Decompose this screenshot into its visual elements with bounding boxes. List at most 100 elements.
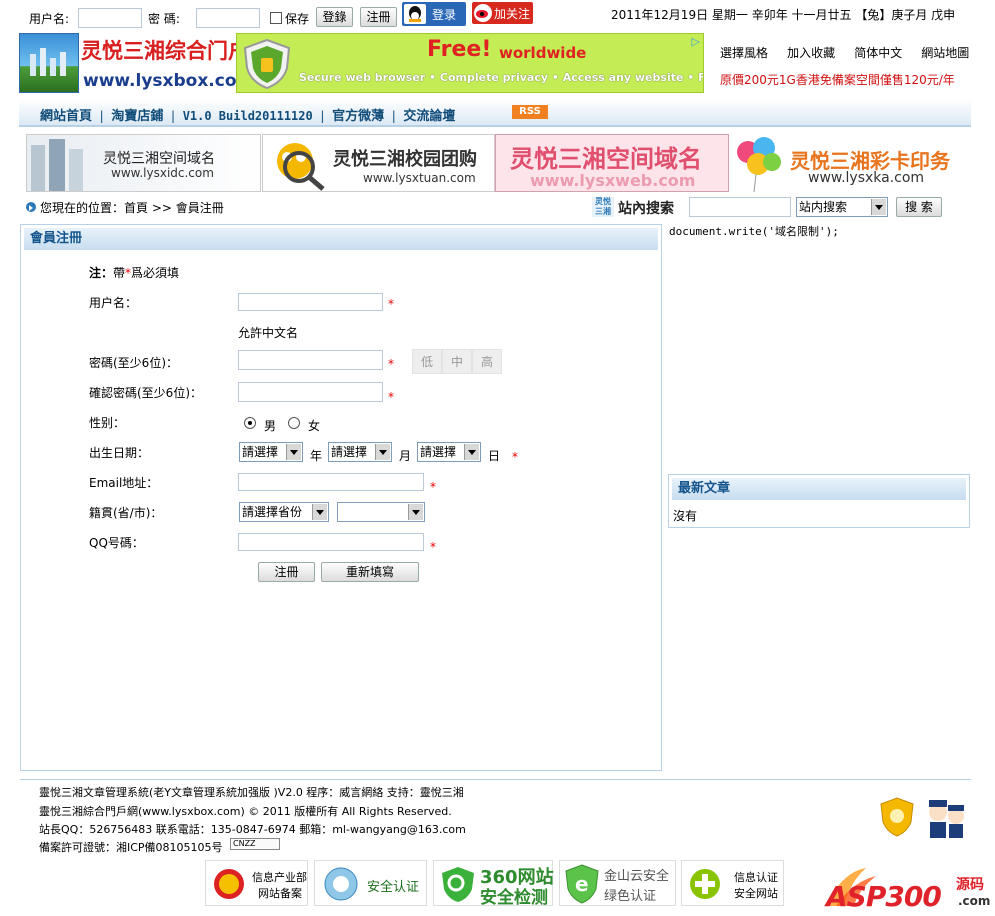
banner-idc-url: www.lysxidc.com: [111, 166, 214, 180]
top-username-input[interactable]: [78, 8, 142, 28]
chevron-down-icon: [286, 444, 301, 460]
asp300-text: ASP300: [826, 880, 942, 913]
password-required-star: *: [388, 357, 394, 371]
footer-line-1: 靈悅三湘文章管理系統(老Y文章管理系統加强版 )V2.0 程序：威言網絡 支持：…: [39, 786, 464, 799]
banner-ka-url: www.lysxka.com: [808, 170, 925, 186]
banner-ka[interactable]: 灵悦三湘彩卡印务 www.lysxka.com: [730, 134, 970, 192]
header-links: 選擇風格 加入收藏 简体中文 網站地圖: [720, 44, 969, 61]
username-input[interactable]: [238, 293, 383, 311]
qq-input[interactable]: [238, 533, 424, 551]
search-label: 站內搜索: [618, 201, 674, 217]
top-register-button[interactable]: 注冊: [360, 7, 397, 27]
search-button[interactable]: 搜 索: [896, 197, 942, 217]
month-unit: 月: [399, 449, 412, 463]
footer-divider: [20, 779, 971, 780]
weibo-icon: [474, 4, 492, 22]
confirm-password-input[interactable]: [238, 382, 383, 402]
asp300-logo[interactable]: ASP300 源码 .com: [822, 866, 992, 913]
strength-high: 高: [472, 349, 502, 374]
banner-idc[interactable]: 灵悦三湘空间域名 www.lysxidc.com: [26, 134, 261, 192]
required-note: 注：帶*爲必須填: [89, 266, 180, 280]
qq-label: QQ号碼：: [89, 536, 144, 550]
nav-taobao[interactable]: 淘寶店鋪: [111, 109, 163, 124]
email-input[interactable]: [238, 473, 424, 491]
rss-badge[interactable]: RSS: [512, 105, 548, 119]
birth-month-select[interactable]: 請選擇: [328, 442, 392, 462]
province-select[interactable]: 請選擇省份: [239, 502, 329, 522]
badge-info-cert[interactable]: 信息认证 安全网站: [681, 860, 784, 906]
cyber-police-icon[interactable]: [922, 794, 970, 842]
site-logo[interactable]: 灵悦三湘综合门户网 www.lysxbox.com: [19, 33, 270, 93]
date-text: 2011年12月19日 星期一 辛卯年 十一月廿五 【兔】庚子月 戊申: [611, 8, 956, 22]
save-label: 保存: [285, 12, 310, 26]
header-link-favorite[interactable]: 加入收藏: [787, 46, 835, 60]
nav-weibo[interactable]: 官方微薄: [332, 109, 384, 124]
qq-icon: [404, 4, 426, 24]
qq-login-button[interactable]: 登录: [402, 2, 466, 26]
birth-year-value: 請選擇: [242, 445, 279, 459]
province-value: 請選擇省份: [242, 505, 303, 519]
location-arrow-icon: [26, 202, 36, 212]
save-checkbox[interactable]: [270, 12, 282, 24]
header-link-sitemap[interactable]: 網站地圖: [921, 46, 969, 60]
nav-forum[interactable]: 交流論壇: [403, 109, 455, 124]
svg-text:e: e: [575, 872, 589, 896]
nav-home[interactable]: 網站首頁: [40, 109, 92, 124]
nav-menu: 網站首頁 | 淘寶店鋪 | V1.0 Build20111120 | 官方微薄 …: [40, 109, 456, 124]
ad-banner[interactable]: Free! worldwide Secure web browser • Com…: [236, 33, 704, 93]
top-login-button[interactable]: 登錄: [316, 7, 353, 27]
register-submit-button[interactable]: 注冊: [258, 562, 315, 582]
badge-icp-l2: 网站备案: [258, 887, 302, 900]
nav-version[interactable]: V1.0 Build20111120: [183, 109, 313, 123]
weibo-follow-label: 加关注: [494, 7, 531, 21]
birth-day-value: 請選擇: [420, 445, 457, 459]
password-input[interactable]: [238, 350, 383, 370]
gender-male-radio[interactable]: [244, 417, 256, 429]
reset-button[interactable]: 重新填寫: [321, 562, 419, 582]
cnzz-badge[interactable]: CNZZ: [230, 838, 280, 850]
asp300-com: .com: [958, 894, 991, 908]
birth-day-select[interactable]: 請選擇: [417, 442, 481, 462]
search-input[interactable]: [689, 197, 791, 217]
email-label: Email地址：: [89, 476, 159, 490]
badge-kingsoft[interactable]: e 金山云安全 绿色认证: [559, 860, 676, 906]
latest-articles-empty: 沒有: [673, 509, 698, 523]
username-field-label: 用户名：: [89, 296, 138, 310]
search-logo-icon: 灵悦 三湘: [592, 197, 614, 217]
header-link-simplified[interactable]: 简体中文: [854, 46, 902, 60]
birth-year-select[interactable]: 請選擇: [239, 442, 303, 462]
badge-360-l2: 安全检测: [480, 888, 548, 908]
badge-icp[interactable]: 信息产业部 网站备案: [205, 860, 308, 906]
chevron-down-icon: [464, 444, 479, 460]
police-badge-icon[interactable]: [877, 796, 917, 838]
search-scope-value: 站内搜索: [799, 200, 848, 214]
chevron-down-icon: [375, 444, 390, 460]
badge-security[interactable]: 安全认证: [314, 860, 427, 906]
badge-360[interactable]: 360网站 安全检测: [433, 860, 554, 908]
chevron-down-icon: [408, 504, 423, 520]
weibo-follow-button[interactable]: 加关注: [472, 2, 533, 24]
footer-line-4: 備案許可證號：湘ICP備08105105号: [39, 841, 223, 854]
badge-info-l1: 信息认证: [734, 871, 778, 884]
search-scope-select[interactable]: 站内搜索: [796, 197, 888, 217]
strength-medium: 中: [442, 349, 472, 374]
password-label: 密 碼:: [148, 12, 180, 26]
adchoices-icon[interactable]: ▷: [692, 35, 700, 48]
header-link-style[interactable]: 選擇風格: [720, 46, 768, 60]
password-field-label: 密碼(至少6位)：: [89, 356, 178, 370]
birth-month-value: 請選擇: [331, 445, 368, 459]
top-password-input[interactable]: [196, 8, 260, 28]
chevron-down-icon: [871, 199, 886, 215]
city-select[interactable]: [337, 502, 425, 522]
ad-worldwide-text: worldwide: [499, 44, 587, 62]
banner-web-title: 灵悦三湘空间域名: [510, 145, 702, 173]
chevron-down-icon: [312, 504, 327, 520]
allow-chinese-hint: 允許中文名: [238, 326, 299, 340]
banner-web[interactable]: 灵悦三湘空间域名 www.lysxweb.com: [495, 134, 729, 192]
header-promo-link[interactable]: 原價200元1G香港免備案空間僅售120元/年: [720, 71, 955, 88]
email-required-star: *: [430, 480, 436, 494]
banner-tuan[interactable]: 灵悦三湘校园团购 www.lysxtuan.com: [262, 134, 495, 192]
gender-female-radio[interactable]: [288, 417, 300, 429]
confirm-password-label: 確認密碼(至少6位)：: [89, 386, 202, 400]
ad-free-text: Free!: [427, 37, 492, 62]
